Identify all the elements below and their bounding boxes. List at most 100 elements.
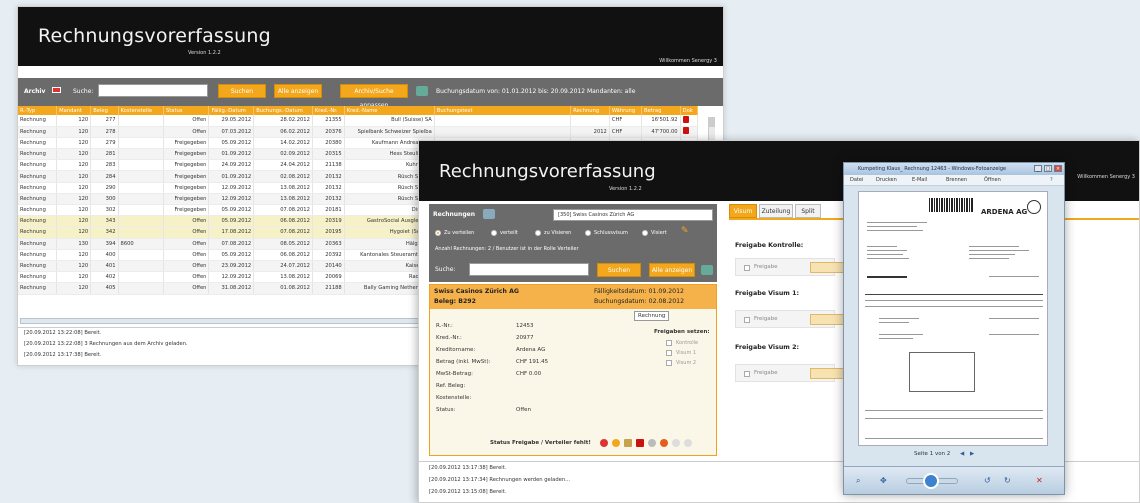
release-checkbox-visum1[interactable] (666, 350, 672, 356)
tab-visum[interactable]: Visum (729, 204, 757, 218)
app-version: Version 1.2.2 (188, 50, 221, 56)
column-header[interactable]: Betrag (641, 106, 681, 115)
table-cell: 277 (90, 115, 119, 127)
tab-split[interactable]: Split (795, 204, 821, 218)
column-header[interactable]: Fällig.-Datum (208, 106, 255, 115)
table-cell: 01.09.2012 (208, 148, 255, 161)
menu-email[interactable]: E-Mail (912, 177, 927, 183)
minimize-button[interactable]: _ (1034, 165, 1042, 172)
filter-radio-zu-verteilen[interactable] (435, 230, 441, 236)
horizontal-scrollbar[interactable] (20, 318, 430, 324)
show-all-button[interactable]: Alle anzeigen (649, 263, 695, 277)
field-label: Status: (436, 407, 456, 413)
table-cell: 05.09.2012 (208, 215, 255, 228)
table-cell: 120 (56, 126, 92, 138)
delete-icon[interactable]: ✕ (1036, 476, 1043, 485)
search-button[interactable]: Suchen (218, 84, 266, 98)
attachment-icon[interactable] (648, 439, 656, 447)
column-header[interactable]: Buchungs.-Datum (253, 106, 313, 115)
table-cell (680, 115, 699, 127)
close-button[interactable]: × (1054, 165, 1062, 172)
table-cell: 402 (90, 271, 119, 284)
table-cell: Rechnung (18, 126, 58, 138)
reject-icon[interactable] (600, 439, 608, 447)
help-icon[interactable]: ? (1050, 177, 1053, 183)
column-header[interactable]: Währung (609, 106, 642, 115)
slideshow-button[interactable] (923, 473, 939, 489)
column-header[interactable]: Mandant (56, 106, 92, 115)
column-header[interactable]: Status (163, 106, 210, 115)
table-cell: 31.08.2012 (208, 282, 255, 295)
client-select[interactable]: [350] Swiss Casinos Zürich AG (553, 209, 713, 221)
table-cell (118, 182, 164, 194)
filter-radio-visiert[interactable] (642, 230, 648, 236)
table-cell: 07.03.2012 (208, 126, 255, 138)
rotate-right-icon[interactable]: ↻ (1004, 476, 1011, 485)
table-cell: 12.09.2012 (208, 182, 255, 194)
table-cell: 279 (90, 137, 119, 150)
welcome-text: Willkommen Senergy 3 (1077, 174, 1135, 180)
list-icon[interactable] (483, 209, 495, 219)
column-header[interactable]: R.-Typ (18, 106, 58, 115)
show-all-button[interactable]: Alle anzeigen (274, 84, 322, 98)
pdf-icon[interactable] (636, 439, 644, 447)
database-icon[interactable] (416, 86, 428, 96)
column-header[interactable]: Kostenstelle (118, 106, 164, 115)
checkmark-icon[interactable] (672, 439, 680, 447)
maximize-button[interactable]: □ (1044, 165, 1052, 172)
prev-page-icon[interactable]: ◀ (960, 451, 964, 457)
flag-icon[interactable] (52, 87, 61, 93)
menu-brennen[interactable]: Brennen (946, 177, 967, 183)
table-cell (118, 226, 164, 239)
search-label: Suche: (435, 266, 456, 273)
table-cell: 07.08.2012 (208, 238, 255, 250)
release-checkbox[interactable] (744, 317, 750, 323)
pdf-icon[interactable] (682, 115, 689, 123)
search-input[interactable] (469, 263, 589, 276)
invoice-card[interactable]: Swiss Casinos Zürich AG Beleg: B292 Fäll… (429, 284, 717, 456)
next-page-icon[interactable]: ▶ (970, 451, 974, 457)
release-checkbox-kontrolle[interactable] (666, 340, 672, 346)
table-cell: 401 (90, 260, 119, 273)
menu-oeffnen[interactable]: Öffnen (984, 177, 1001, 183)
search-input[interactable] (98, 84, 208, 97)
column-header[interactable]: Dok (680, 106, 699, 115)
fit-icon[interactable]: ✥ (880, 476, 887, 485)
approve-icon[interactable] (684, 439, 692, 447)
release-label: Kontrolle (676, 340, 699, 346)
folder-icon[interactable] (624, 439, 632, 447)
pdf-icon[interactable] (682, 127, 689, 135)
field-value: 12453 (516, 323, 534, 329)
release-checkbox-visum2[interactable] (666, 360, 672, 366)
search-button[interactable]: Suchen (597, 263, 641, 277)
column-header[interactable]: Rechnung (570, 106, 610, 115)
database-icon[interactable] (701, 265, 713, 275)
app-header: Rechnungsvorerfassung Version 1.2.2 Will… (18, 7, 723, 66)
menu-drucken[interactable]: Drucken (876, 177, 897, 183)
filter-radio-schlussvisum[interactable] (585, 230, 591, 236)
menu-datei[interactable]: Datei (850, 177, 863, 183)
tab-zuteilung[interactable]: Zuteilung (759, 204, 793, 218)
table-row[interactable]: Rechnung 120 278 Offen 07.03.2012 06.02.2012 2… (18, 126, 699, 138)
filter-radio-verteilt[interactable] (491, 230, 497, 236)
filter-radio-zu-visieren[interactable] (535, 230, 541, 236)
column-header[interactable]: Buchungstext (434, 106, 572, 115)
table-row[interactable]: Rechnung 120 277 Offen 29.05.2012 28.02.2012 2… (18, 115, 699, 127)
table-cell: 13.08.2012 (253, 182, 313, 194)
filter-label: Zu verteilen (444, 230, 475, 236)
table-cell: 278 (90, 126, 119, 138)
column-header[interactable]: Beleg (90, 106, 119, 115)
viewer-title: Kumpeting Klaus_ Rechnung 12463 - Window… (858, 166, 1007, 172)
adjust-archive-button[interactable]: Archiv/Suche anpassen (340, 84, 408, 109)
table-cell: 05.09.2012 (208, 204, 255, 217)
info-icon[interactable] (612, 439, 620, 447)
rotate-left-icon[interactable]: ↺ (984, 476, 991, 485)
delete-icon[interactable] (660, 439, 668, 447)
column-header[interactable]: Kred.-Nr. (312, 106, 345, 115)
column-header[interactable]: Kred.-Name (344, 106, 435, 115)
table-cell: 20195 (312, 226, 345, 239)
release-checkbox[interactable] (744, 265, 750, 271)
zoom-icon[interactable]: ⌕ (856, 476, 860, 486)
pen-icon[interactable]: ✎ (681, 226, 689, 236)
release-checkbox[interactable] (744, 371, 750, 377)
